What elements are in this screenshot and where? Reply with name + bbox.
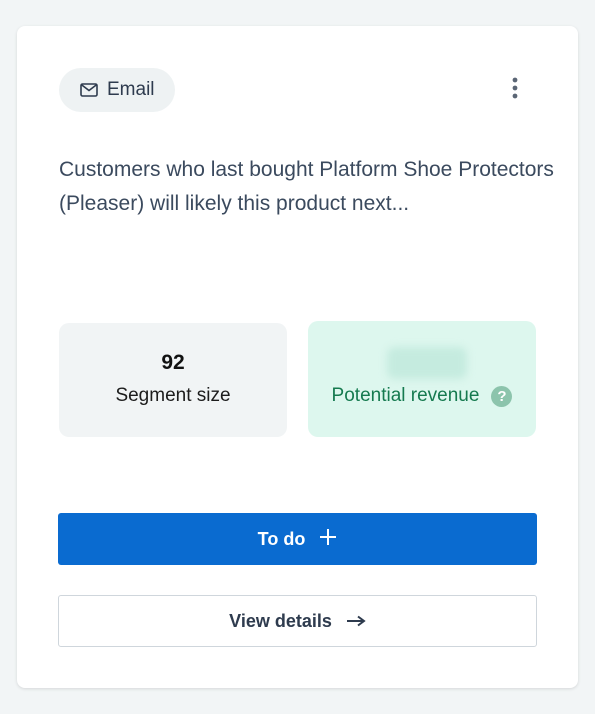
segment-size-stat: 92 Segment size (59, 323, 287, 437)
segment-size-value: 92 (161, 351, 185, 374)
plus-icon (319, 528, 337, 551)
arrow-right-icon (346, 611, 366, 632)
channel-label: Email (107, 79, 155, 100)
segment-size-label: Segment size (115, 385, 231, 406)
more-options-button[interactable] (499, 72, 531, 108)
potential-revenue-label: Potential revenue (331, 385, 480, 406)
recommendation-card: Email Customers who last bought Platform… (17, 26, 578, 688)
recommendation-description: Customers who last bought Platform Shoe … (59, 158, 554, 215)
view-details-label: View details (229, 610, 332, 631)
potential-revenue-value-blurred (387, 347, 467, 379)
more-vertical-icon (512, 77, 518, 104)
help-icon[interactable]: ? (491, 385, 513, 407)
potential-revenue-label-row: Potential revenue ? (308, 385, 536, 407)
todo-button[interactable]: To do (58, 513, 537, 565)
view-details-button[interactable]: View details (58, 595, 537, 647)
potential-revenue-stat: Potential revenue ? (308, 321, 536, 437)
channel-chip: Email (59, 68, 175, 112)
mail-icon (80, 83, 98, 97)
todo-button-label: To do (257, 528, 306, 549)
